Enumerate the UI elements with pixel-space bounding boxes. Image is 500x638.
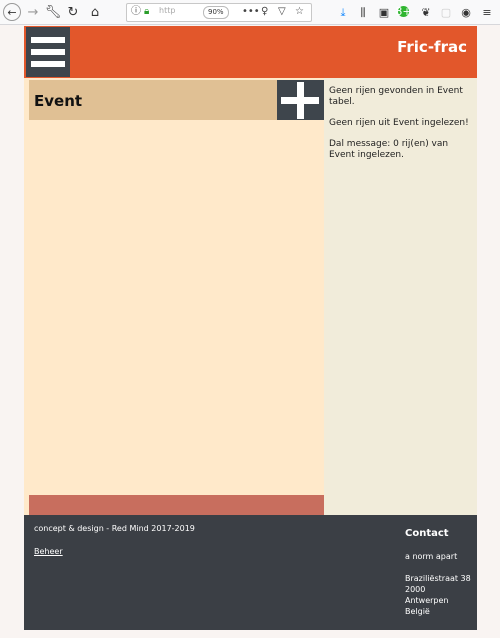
extension-badge-icon[interactable]: 8+ — [395, 6, 412, 17]
contact-city: Antwerpen — [405, 596, 449, 605]
info-icon[interactable]: ⓘ — [131, 5, 141, 19]
contact-country: België — [405, 607, 430, 616]
lightbulb-icon[interactable]: ♀ — [261, 5, 268, 19]
url-bar[interactable]: ⓘ 🔒︎ http 90% ••• ♀ ▽ ☆ — [126, 3, 312, 22]
download-icon[interactable]: ⤓ — [334, 3, 352, 21]
page: Fric-frac Event Geen rijen gevonden in E… — [24, 26, 477, 630]
back-arrow-icon[interactable]: ← — [3, 3, 21, 21]
url-text[interactable]: http — [159, 6, 175, 15]
hamburger-bar — [31, 49, 65, 55]
main-panel: Event — [24, 78, 324, 515]
credit-text: concept & design - Red Mind 2017-2019 — [34, 524, 195, 533]
contact-postcode: 2000 — [405, 585, 426, 594]
plus-icon — [297, 82, 304, 119]
home-icon[interactable]: ⌂ — [86, 3, 104, 21]
contact-company: a norm apart — [405, 552, 458, 561]
forward-arrow-icon[interactable]: → — [24, 3, 42, 21]
hamburger-bar — [31, 37, 65, 43]
contact-block: Contact a norm apart Braziliëstraat 38 2… — [405, 528, 477, 617]
more-icon[interactable]: ••• — [242, 5, 260, 19]
lock-icon[interactable]: 🔒︎ — [144, 5, 149, 19]
star-icon[interactable]: ☆ — [295, 5, 304, 19]
menu-icon[interactable]: ≡ — [478, 3, 496, 21]
hamburger-bar — [31, 61, 65, 67]
library-icon[interactable]: ⫼ — [354, 3, 372, 21]
message-panel: Geen rijen gevonden in Event tabel. Geen… — [329, 86, 469, 171]
site-footer: concept & design - Red Mind 2017-2019 Be… — [24, 515, 477, 630]
main-footer-bar — [29, 495, 324, 515]
section-title: Event — [34, 92, 83, 110]
evernote-icon[interactable]: ❦ — [417, 3, 435, 21]
add-event-button[interactable] — [277, 80, 324, 120]
contact-street: Braziliëstraat 38 — [405, 574, 471, 583]
admin-link[interactable]: Beheer — [34, 547, 63, 556]
wrench-icon[interactable]: 🔧︎ — [44, 3, 62, 21]
message-text: Geen rijen uit Event ingelezen! — [329, 118, 469, 128]
blank-extension-icon[interactable]: ▢ — [437, 3, 455, 21]
message-text: Geen rijen gevonden in Event tabel. — [329, 86, 463, 107]
sidebar-icon[interactable]: ▣ — [375, 3, 393, 21]
zoom-level[interactable]: 90% — [203, 6, 229, 19]
site-header: Fric-frac — [24, 26, 477, 78]
browser-toolbar: ← → 🔧︎ ↻ ⌂ ⓘ 🔒︎ http 90% ••• ♀ ▽ ☆ ⤓ ⫼ ▣… — [0, 0, 500, 25]
pocket-icon[interactable]: ▽ — [278, 5, 286, 19]
contact-title: Contact — [405, 528, 449, 539]
message-text: Dal message: 0 rij(en) van Event ingelez… — [329, 139, 449, 160]
site-title[interactable]: Fric-frac — [397, 38, 467, 56]
account-icon[interactable]: ◉ — [457, 3, 475, 21]
event-header: Event — [29, 80, 324, 120]
reload-icon[interactable]: ↻ — [64, 3, 82, 21]
hamburger-menu-button[interactable] — [26, 27, 70, 77]
